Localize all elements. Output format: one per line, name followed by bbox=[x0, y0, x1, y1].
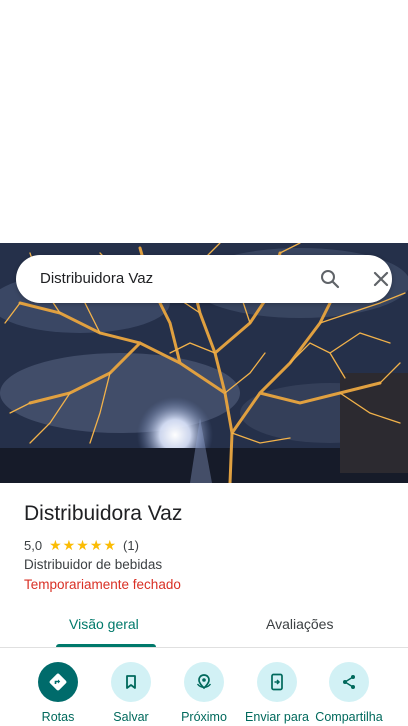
star-rating: ★ ★ ★ ★ ★ bbox=[49, 536, 117, 553]
directions-button[interactable]: Rotas bbox=[18, 662, 98, 724]
send-to-phone-icon bbox=[257, 662, 297, 702]
star-icon: ★ bbox=[103, 536, 117, 553]
send-to-phone-label: Enviar para bbox=[245, 710, 309, 724]
place-title: Distribuidora Vaz bbox=[24, 502, 183, 525]
star-icon: ★ bbox=[89, 536, 103, 553]
share-icon bbox=[329, 662, 369, 702]
save-button[interactable]: Salvar bbox=[91, 662, 171, 724]
tab-bar: Visão geral Avaliações bbox=[0, 604, 408, 648]
directions-icon bbox=[38, 662, 78, 702]
review-count: (1) bbox=[123, 537, 139, 553]
share-button[interactable]: Compartilha bbox=[309, 662, 389, 724]
close-icon[interactable] bbox=[369, 267, 393, 291]
search-icon[interactable] bbox=[318, 267, 342, 291]
nearby-button[interactable]: Próximo bbox=[164, 662, 244, 724]
place-category: Distribuidor de bebidas bbox=[24, 557, 163, 572]
rating-value: 5,0 bbox=[24, 537, 43, 553]
action-bar: Rotas Salvar Próximo Enviar para Compart… bbox=[0, 650, 408, 726]
share-label: Compartilha bbox=[315, 710, 383, 724]
star-icon: ★ bbox=[49, 536, 62, 553]
nearby-label: Próximo bbox=[181, 710, 227, 724]
map-blank-area bbox=[0, 0, 408, 243]
nearby-icon bbox=[184, 662, 224, 702]
bookmark-icon bbox=[111, 662, 151, 702]
star-icon: ★ bbox=[62, 536, 76, 553]
tab-reviews[interactable]: Avaliações bbox=[266, 616, 333, 632]
star-icon: ★ bbox=[76, 536, 89, 553]
save-label: Salvar bbox=[113, 710, 149, 724]
rating-row[interactable]: 5,0 ★ ★ ★ ★ ★ (1) bbox=[24, 537, 139, 553]
open-status: Temporariamente fechado bbox=[24, 577, 181, 592]
search-bar[interactable]: Distribuidora Vaz bbox=[16, 255, 392, 303]
tab-overview[interactable]: Visão geral bbox=[69, 616, 139, 632]
send-to-phone-button[interactable]: Enviar para bbox=[237, 662, 317, 724]
search-input[interactable]: Distribuidora Vaz bbox=[40, 270, 153, 287]
active-tab-indicator bbox=[56, 644, 156, 647]
directions-label: Rotas bbox=[41, 710, 75, 724]
